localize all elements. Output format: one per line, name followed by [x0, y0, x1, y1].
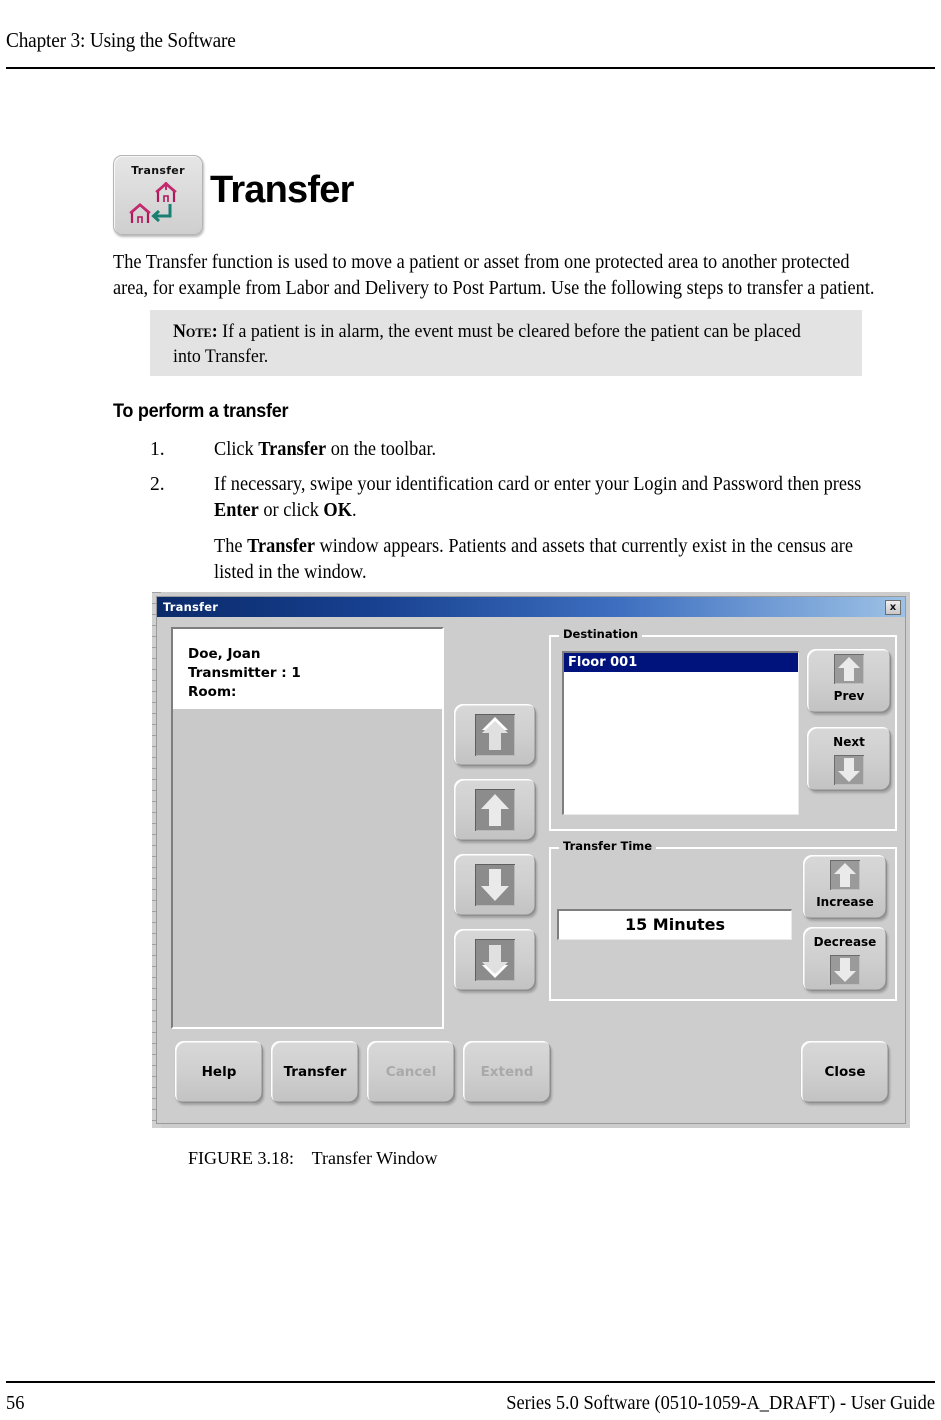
step-number: 2. [150, 474, 165, 495]
increase-button-label: Increase [816, 895, 874, 909]
destination-list-item[interactable]: Floor 001 [564, 653, 798, 672]
patient-transmitter: Transmitter : 1 [188, 665, 301, 681]
transfer-houses-icon [129, 182, 177, 223]
procedure-step: 1. Click Transfer on the toolbar. [150, 437, 932, 463]
cancel-button: Cancel [367, 1041, 455, 1103]
page-down-button[interactable] [454, 929, 536, 991]
intro-paragraph: The Transfer function is used to move a … [113, 252, 875, 299]
extend-button: Extend [463, 1041, 551, 1103]
header-divider [6, 67, 935, 69]
step-text-bold: Transfer [258, 439, 327, 460]
transfer-time-value: 15 Minutes [557, 909, 792, 940]
chapter-title: Chapter 3: Using the Software [6, 28, 236, 52]
dialog-client-area: Doe, Joan Transmitter : 1 Room: Destinat… [157, 617, 905, 1123]
help-button[interactable]: Help [175, 1041, 263, 1103]
step-text-post: . [351, 500, 357, 521]
transfer-dialog: Transfer x Doe, Joan Transmitter : 1 Room: [156, 596, 906, 1124]
note-text: Note: If a patient is in alarm, the even… [173, 319, 801, 369]
prev-button[interactable]: Prev [807, 649, 891, 713]
arrow-down-icon [834, 755, 864, 785]
document-page: Chapter 3: Using the Software Transfer T… [0, 0, 941, 1420]
close-icon[interactable]: x [885, 600, 901, 615]
procedure-step: 2. If necessary, swipe your identificati… [150, 472, 932, 524]
next-button-label: Next [833, 735, 865, 749]
arrow-up-icon [475, 789, 515, 831]
step-text-bold: Enter [214, 500, 259, 521]
patient-room: Room: [188, 684, 237, 700]
running-header: Chapter 3: Using the Software [0, 28, 941, 69]
arrow-down-icon [830, 955, 860, 985]
double-chevron-up-icon [475, 714, 515, 756]
step-text-bold2: OK [323, 500, 352, 521]
increase-button[interactable]: Increase [803, 855, 887, 919]
decrease-button-label: Decrease [813, 935, 877, 949]
scroll-down-button[interactable] [454, 854, 536, 916]
footer-divider [6, 1381, 935, 1383]
step-text-post: on the toolbar. [326, 439, 437, 460]
note-body: If a patient is in alarm, the event must… [173, 321, 801, 367]
patient-name: Doe, Joan [188, 646, 261, 662]
arrow-down-icon [475, 864, 515, 906]
close-button[interactable]: Close [801, 1041, 889, 1103]
note-label: Note: [173, 321, 218, 342]
procedure-heading: To perform a transfer [113, 401, 289, 422]
step-text: Click Transfer on the toolbar. [214, 437, 889, 463]
census-item-lines: Doe, Joan Transmitter : 1 Room: [188, 645, 301, 702]
transfer-toolbar-icon: Transfer [113, 155, 203, 235]
step-text-mid: or click [258, 500, 324, 521]
transfer-button[interactable]: Transfer [271, 1041, 359, 1103]
list-scroll-buttons [454, 704, 536, 1004]
result-pre: The [214, 536, 248, 557]
result-bold: Transfer [247, 536, 315, 557]
destination-group: Destination Floor 001 Prev Next [549, 627, 897, 831]
census-list-item[interactable]: Doe, Joan Transmitter : 1 Room: [173, 629, 442, 709]
page-title: Transfer [210, 169, 354, 211]
scroll-up-button[interactable] [454, 779, 536, 841]
step-number: 1. [150, 439, 165, 460]
figure-transfer-window: Transfer x Doe, Joan Transmitter : 1 Room: [152, 592, 910, 1128]
page-number: 56 [6, 1392, 25, 1414]
arrow-up-icon [830, 860, 860, 890]
census-list[interactable]: Doe, Joan Transmitter : 1 Room: [171, 627, 444, 1029]
step-text: If necessary, swipe your identification … [214, 472, 889, 524]
step-text-pre: If necessary, swipe your identification … [214, 474, 862, 495]
transfer-toolbar-icon-label: Transfer [131, 164, 185, 177]
figure-caption: FIGURE 3.18: Transfer Window [188, 1148, 438, 1168]
note-callout: Note: If a patient is in alarm, the even… [150, 310, 862, 376]
dialog-title: Transfer [163, 600, 219, 614]
destination-list[interactable]: Floor 001 [562, 651, 799, 815]
prev-button-label: Prev [833, 689, 865, 703]
transfer-time-group-label: Transfer Time [559, 839, 657, 853]
dialog-titlebar: Transfer x [157, 597, 905, 617]
transfer-time-group: Transfer Time 15 Minutes Increase Decrea… [549, 839, 897, 1001]
decrease-button[interactable]: Decrease [803, 927, 887, 991]
step-text-pre: Click [214, 439, 259, 460]
arrow-up-icon [834, 654, 864, 684]
page-up-button[interactable] [454, 704, 536, 766]
double-chevron-down-icon [475, 939, 515, 981]
next-button[interactable]: Next [807, 727, 891, 791]
footer-doc-line: Series 5.0 Software (0510-1059-A_DRAFT) … [506, 1392, 935, 1414]
destination-group-label: Destination [559, 627, 643, 641]
procedure-step-result: The Transfer window appears. Patients an… [214, 534, 872, 586]
